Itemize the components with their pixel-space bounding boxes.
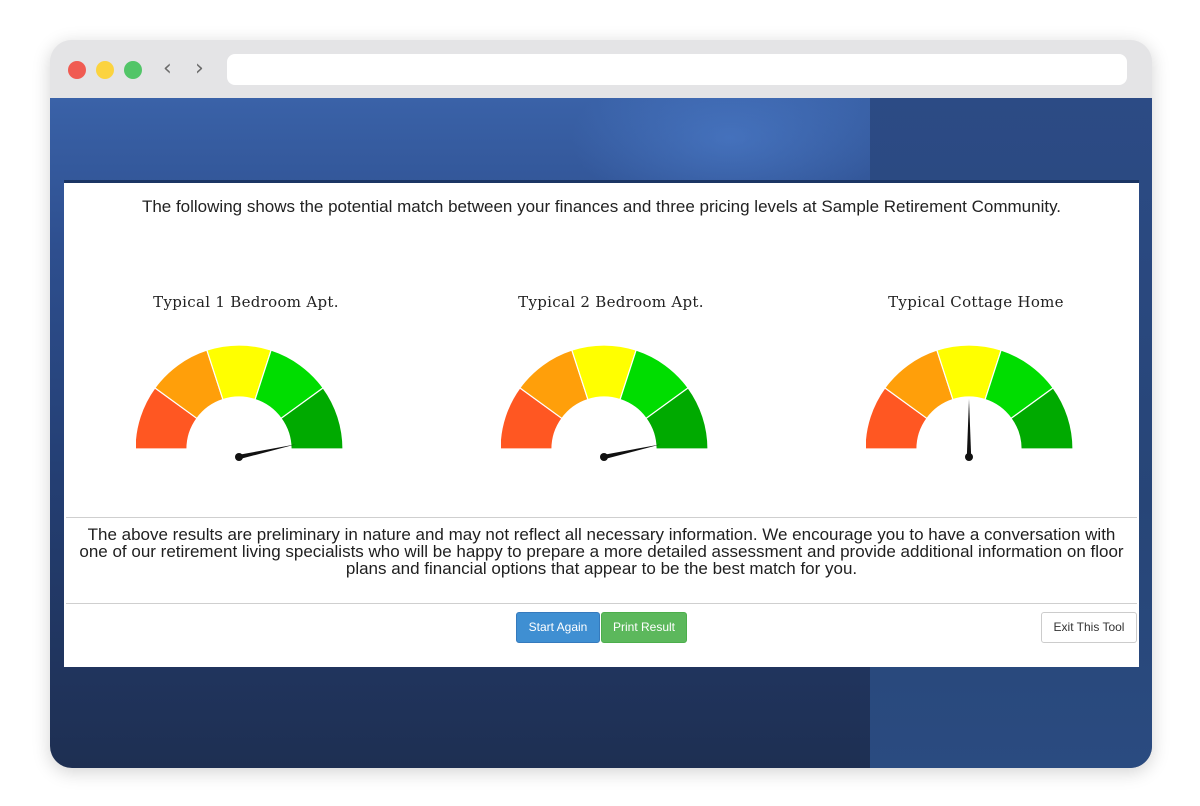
- gauge-dial: [136, 345, 344, 461]
- disclaimer-line: The above results are preliminary in nat…: [87, 525, 1116, 544]
- back-arrow-icon[interactable]: ‹: [163, 54, 172, 84]
- gauge-1-bedroom: Typical 1 Bedroom Apt.: [116, 293, 376, 493]
- gauge-title: Typical Cottage Home: [888, 293, 1064, 311]
- address-bar[interactable]: [227, 54, 1127, 85]
- page-background: The following shows the potential match …: [50, 98, 1152, 768]
- print-result-button[interactable]: Print Result: [601, 612, 687, 643]
- gauge-needle: [966, 399, 972, 457]
- gauge-cottage-home: Typical Cottage Home: [846, 293, 1106, 493]
- minimize-window-button[interactable]: [96, 61, 114, 79]
- gauge-dial: [501, 345, 709, 461]
- exit-tool-button[interactable]: Exit This Tool: [1041, 612, 1137, 643]
- gauge-needle-hub: [965, 453, 973, 461]
- close-window-button[interactable]: [68, 61, 86, 79]
- gauge-title: Typical 2 Bedroom Apt.: [518, 293, 704, 311]
- gauge-needle: [603, 444, 661, 460]
- gauge-dial: [866, 345, 1074, 461]
- gauge-needle: [238, 444, 296, 460]
- divider-top: [66, 517, 1137, 518]
- disclaimer-line: one of our retirement living specialists…: [79, 542, 1124, 561]
- intro-text: The following shows the potential match …: [141, 197, 1062, 216]
- gauge-title: Typical 1 Bedroom Apt.: [153, 293, 339, 311]
- disclaimer-line: plans and financial options that appear …: [345, 559, 858, 578]
- gauge-needle-hub: [600, 453, 608, 461]
- maximize-window-button[interactable]: [124, 61, 142, 79]
- gauge-needle-hub: [235, 453, 243, 461]
- browser-toolbar: ‹ ›: [50, 40, 1152, 98]
- divider-bottom: [66, 603, 1137, 604]
- results-card: The following shows the potential match …: [64, 180, 1139, 667]
- start-again-button[interactable]: Start Again: [516, 612, 600, 643]
- gauge-2-bedroom: Typical 2 Bedroom Apt.: [481, 293, 741, 493]
- browser-window: ‹ › The following shows the potential ma…: [50, 40, 1152, 768]
- forward-arrow-icon[interactable]: ›: [195, 54, 204, 84]
- disclaimer-text: The above results are preliminary in nat…: [64, 526, 1139, 577]
